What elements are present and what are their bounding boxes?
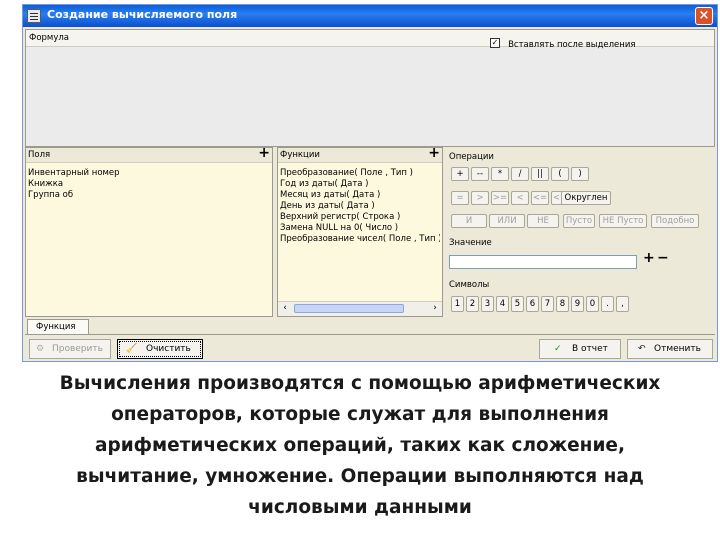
divider	[25, 334, 715, 335]
back-arrow-icon: ↶	[638, 344, 646, 354]
fields-label: Поля	[28, 150, 51, 160]
functions-scrollbar[interactable]: ‹ ›	[278, 301, 442, 316]
function-item[interactable]: Верхний регистр( Строка )	[280, 212, 400, 222]
title-bar: Создание вычисляемого поля ×	[23, 5, 717, 27]
formula-label: Формула	[29, 33, 69, 43]
op-concat-button[interactable]: ||	[531, 167, 549, 181]
tab-function-label: Функция	[36, 322, 76, 332]
to-report-button-label: В отчет	[572, 344, 608, 354]
op-greater-equal-button[interactable]: >=	[491, 191, 509, 205]
value-input[interactable]	[449, 255, 637, 269]
field-item[interactable]: Группа об	[28, 190, 73, 200]
op-multiply-button[interactable]: *	[491, 167, 509, 181]
round-button[interactable]: Округлен	[561, 191, 611, 205]
caption-line: Вычисления производятся с помощью арифме…	[59, 373, 661, 394]
symbol-6-button[interactable]: 6	[526, 296, 539, 312]
field-item[interactable]: Книжка	[28, 179, 63, 189]
cancel-button[interactable]: ↶ Отменить	[627, 339, 713, 359]
op-plus-button[interactable]: +	[451, 167, 469, 181]
scroll-left-icon[interactable]: ‹	[279, 303, 291, 314]
op-not-empty-button[interactable]: НЕ Пусто	[599, 214, 647, 228]
symbol-5-button[interactable]: 5	[511, 296, 524, 312]
function-item[interactable]: Преобразование чисел( Поле , Тип )	[280, 234, 440, 244]
op-greater-button[interactable]: >	[471, 191, 489, 205]
function-item[interactable]: Год из даты( Дата )	[280, 179, 369, 189]
symbols-label: Символы	[449, 280, 490, 290]
symbol-9-button[interactable]: 9	[571, 296, 584, 312]
clear-button[interactable]: 🧹 Очистить	[117, 339, 203, 359]
field-item[interactable]: Инвентарный номер	[28, 168, 120, 178]
scroll-thumb[interactable]	[294, 304, 404, 313]
op-or-button[interactable]: ИЛИ	[489, 214, 525, 228]
symbol-2-button[interactable]: 2	[466, 296, 479, 312]
function-item[interactable]: Месяц из даты( Дата )	[280, 190, 380, 200]
fields-panel: Поля + Инвентарный номер Книжка Группа о…	[25, 145, 273, 317]
checkbox-check-icon: ✓	[490, 37, 500, 48]
caption-line: операторов, которые служат для выполнени…	[111, 404, 609, 425]
broom-icon: 🧹	[126, 344, 138, 354]
check-gear-icon: ⚙	[36, 344, 45, 354]
value-label: Значение	[449, 238, 492, 248]
op-close-paren-button[interactable]: )	[571, 167, 589, 181]
op-divide-button[interactable]: /	[511, 167, 529, 181]
value-minus-button[interactable]: −	[657, 250, 669, 266]
function-item[interactable]: День из даты( Дата )	[280, 201, 375, 211]
form-icon	[27, 9, 41, 23]
fields-header: Поля +	[26, 145, 272, 163]
op-empty-button[interactable]: Пусто	[563, 214, 595, 228]
caption-line: числовыми данными	[248, 497, 472, 518]
scroll-right-icon[interactable]: ›	[429, 303, 441, 314]
formula-editor[interactable]: Формула ✓ Вставлять после выделения	[25, 29, 715, 147]
close-button[interactable]: ×	[695, 7, 713, 25]
check-button[interactable]: ⚙ Проверить	[29, 339, 111, 359]
clear-button-label: Очистить	[146, 344, 191, 354]
symbol-4-button[interactable]: 4	[496, 296, 509, 312]
dialog-window: Создание вычисляемого поля × Формула ✓ В…	[22, 4, 718, 362]
cancel-button-label: Отменить	[654, 344, 701, 354]
op-and-button[interactable]: И	[451, 214, 487, 228]
op-less-button[interactable]: <	[511, 191, 529, 205]
function-item[interactable]: Преобразование( Поле , Тип )	[280, 168, 413, 178]
symbol-dot-button[interactable]: .	[601, 296, 614, 312]
symbol-3-button[interactable]: 3	[481, 296, 494, 312]
symbol-1-button[interactable]: 1	[451, 296, 464, 312]
op-equal-button[interactable]: =	[451, 191, 469, 205]
symbol-comma-button[interactable]: ,	[616, 296, 629, 312]
op-less-equal-button[interactable]: <=	[531, 191, 549, 205]
symbol-7-button[interactable]: 7	[541, 296, 554, 312]
insert-after-selection-checkbox[interactable]: ✓ Вставлять после выделения	[490, 32, 635, 51]
symbol-8-button[interactable]: 8	[556, 296, 569, 312]
symbol-0-button[interactable]: 0	[586, 296, 599, 312]
function-item[interactable]: Замена NULL на 0( Число )	[280, 223, 398, 233]
window-title: Создание вычисляемого поля	[47, 8, 238, 21]
op-minus-button[interactable]: --	[471, 167, 489, 181]
op-not-button[interactable]: НЕ	[527, 214, 559, 228]
caption-text: Вычисления производятся с помощью арифме…	[0, 368, 720, 523]
tab-function[interactable]: Функция	[27, 319, 89, 334]
caption-line: вычитание, умножение. Операции выполняют…	[76, 466, 644, 487]
caption-line: арифметических операций, таких как сложе…	[94, 435, 625, 456]
functions-label: Функции	[280, 150, 320, 160]
checkmark-icon: ✓	[554, 344, 562, 354]
add-function-button[interactable]: +	[428, 145, 440, 161]
value-plus-button[interactable]: +	[643, 250, 655, 266]
to-report-button[interactable]: ✓ В отчет	[539, 339, 621, 359]
op-open-paren-button[interactable]: (	[551, 167, 569, 181]
functions-panel: Функции + Преобразование( Поле , Тип ) Г…	[277, 145, 443, 317]
operations-label: Операции	[449, 152, 494, 162]
add-field-button[interactable]: +	[258, 145, 270, 161]
formula-header: Формула ✓ Вставлять после выделения	[26, 30, 714, 50]
insert-after-selection-label: Вставлять после выделения	[508, 40, 636, 50]
functions-header: Функции +	[278, 145, 442, 163]
check-button-label: Проверить	[52, 344, 103, 354]
op-like-button[interactable]: Подобно	[651, 214, 699, 228]
